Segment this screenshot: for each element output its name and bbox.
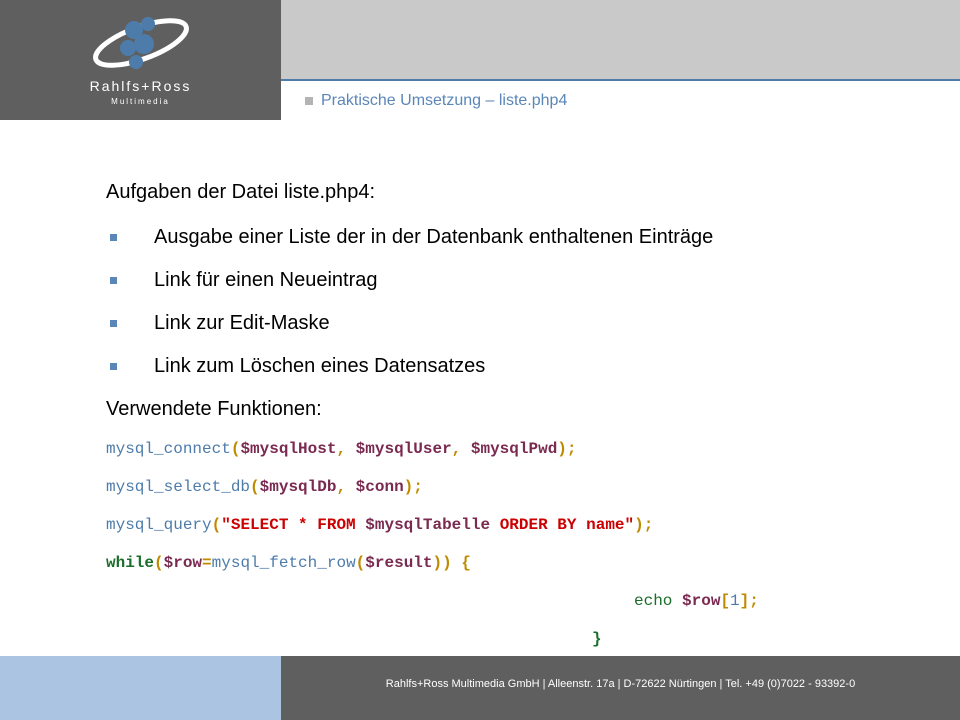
code-variable: $mysqlUser <box>355 440 452 458</box>
code-keyword: while <box>106 554 155 572</box>
logo-subtitle: Multimedia <box>111 97 170 106</box>
square-bullet-icon <box>110 234 117 241</box>
code-function: mysql_connect <box>106 440 231 458</box>
square-bullet-icon <box>305 97 313 105</box>
code-variable: $row <box>682 592 721 610</box>
list-item: Ausgabe einer Liste der in der Datenbank… <box>106 226 713 249</box>
footer-text: Rahlfs+Ross Multimedia GmbH | Alleenstr.… <box>385 678 856 690</box>
header-band <box>281 0 960 79</box>
heading-functions: Verwendete Funktionen: <box>106 398 322 420</box>
list-item-text: Ausgabe einer Liste der in der Datenbank… <box>154 226 714 248</box>
heading-tasks: Aufgaben der Datei liste.php4: <box>106 181 376 203</box>
footer-accent <box>0 656 281 720</box>
code-string: ORDER BY name" <box>490 516 635 534</box>
code-variable: $conn <box>355 478 404 496</box>
list-item: Link zum Löschen eines Datensatzes <box>106 355 485 378</box>
logo-panel: Rahlfs+Ross Multimedia <box>0 0 281 120</box>
code-brace: } <box>592 630 602 648</box>
square-bullet-icon <box>110 320 117 327</box>
code-string: "SELECT * FROM <box>221 516 366 534</box>
code-variable: $result <box>365 554 433 572</box>
code-line-1: mysql_connect($mysqlHost, $mysqlUser, $m… <box>106 440 577 458</box>
list-item: Link zur Edit-Maske <box>106 312 330 335</box>
code-line-2: mysql_select_db($mysqlDb, $conn); <box>106 478 423 496</box>
square-bullet-icon <box>110 277 117 284</box>
code-variable: $mysqlTabelle <box>365 516 491 534</box>
header-divider <box>281 79 960 81</box>
code-line-3: mysql_query("SELECT * FROM $mysqlTabelle… <box>106 516 654 534</box>
code-function: mysql_query <box>106 516 212 534</box>
code-number: 1 <box>730 592 740 610</box>
square-bullet-icon <box>110 363 117 370</box>
breadcrumb-title: Praktische Umsetzung – liste.php4 <box>321 92 568 109</box>
code-variable: $mysqlPwd <box>470 440 558 458</box>
code-line-5: echo $row[1]; <box>634 592 759 610</box>
code-line-6: } <box>592 630 602 648</box>
list-item-text: Link zum Löschen eines Datensatzes <box>154 355 486 377</box>
code-variable: $mysqlDb <box>259 478 337 496</box>
list-item-text: Link für einen Neueintrag <box>154 269 378 291</box>
code-keyword: echo <box>634 592 673 610</box>
code-variable: $mysqlHost <box>240 440 337 458</box>
code-variable: $row <box>163 554 203 572</box>
list-item: Link für einen Neueintrag <box>106 269 377 292</box>
logo-icon <box>93 17 189 69</box>
logo-name: Rahlfs+Ross <box>89 78 192 94</box>
code-function: mysql_fetch_row <box>211 554 356 572</box>
list-item-text: Link zur Edit-Maske <box>154 312 330 334</box>
code-function: mysql_select_db <box>106 478 251 496</box>
breadcrumb: Praktische Umsetzung – liste.php4 <box>305 92 567 110</box>
code-line-4: while($row=mysql_fetch_row($result)) { <box>106 554 471 572</box>
